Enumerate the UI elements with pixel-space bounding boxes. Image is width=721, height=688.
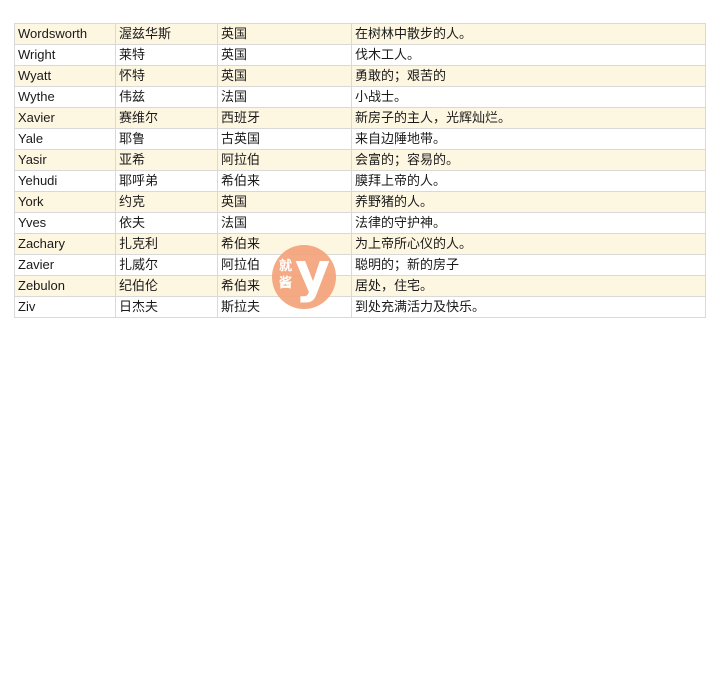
origin-cell: 英国	[217, 191, 352, 213]
meaning-cell: 养野猪的人。	[351, 191, 706, 213]
chinese-name-cell: 依夫	[115, 212, 218, 234]
watermark-cjk-text: 就 酱	[279, 258, 295, 292]
origin-cell: 法国	[217, 86, 352, 108]
origin-cell: 西班牙	[217, 107, 352, 129]
watermark-logo: 就 酱 y	[272, 241, 336, 309]
chinese-name-cell: 莱特	[115, 44, 218, 66]
name-cell: Yves	[14, 212, 116, 234]
chinese-name-cell: 亚希	[115, 149, 218, 171]
origin-cell: 英国	[217, 44, 352, 66]
name-cell: Yale	[14, 128, 116, 150]
meaning-cell: 新房子的主人，光辉灿烂。	[351, 107, 706, 129]
meaning-cell: 来自边陲地带。	[351, 128, 706, 150]
table-row: Wordsworth 渥兹华斯 英国 在树林中散步的人。	[14, 23, 706, 45]
chinese-name-cell: 耶呼弟	[115, 170, 218, 192]
table-row: Yasir 亚希 阿拉伯 会富的；容易的。	[14, 149, 706, 171]
table-row: Zachary 扎克利 希伯来 为上帝所心仪的人。	[14, 233, 706, 255]
table-row: Zavier 扎威尔 阿拉伯 聪明的；新的房子	[14, 254, 706, 276]
document-page: Wordsworth 渥兹华斯 英国 在树林中散步的人。 Wright 莱特 英国 伐木工人。…	[0, 0, 721, 688]
name-cell: Wordsworth	[14, 23, 116, 45]
meaning-cell: 在树林中散步的人。	[351, 23, 706, 45]
origin-cell: 英国	[217, 23, 352, 45]
meaning-cell: 居处，住宅。	[351, 275, 706, 297]
meaning-cell: 膜拜上帝的人。	[351, 170, 706, 192]
origin-cell: 古英国	[217, 128, 352, 150]
name-cell: Xavier	[14, 107, 116, 129]
chinese-name-cell: 怀特	[115, 65, 218, 87]
meaning-cell: 会富的；容易的。	[351, 149, 706, 171]
meaning-cell: 小战士。	[351, 86, 706, 108]
watermark-letter: y	[295, 241, 331, 304]
meaning-cell: 为上帝所心仪的人。	[351, 233, 706, 255]
meaning-cell: 伐木工人。	[351, 44, 706, 66]
name-cell: Yasir	[14, 149, 116, 171]
chinese-name-cell: 扎克利	[115, 233, 218, 255]
chinese-name-cell: 日杰夫	[115, 296, 218, 318]
origin-cell: 法国	[217, 212, 352, 234]
table-row: Yale 耶鲁 古英国 来自边陲地带。	[14, 128, 706, 150]
chinese-name-cell: 伟兹	[115, 86, 218, 108]
meaning-cell: 法律的守护神。	[351, 212, 706, 234]
name-cell: Wyatt	[14, 65, 116, 87]
table-row: Wyatt 怀特 英国 勇敢的；艰苦的	[14, 65, 706, 87]
name-cell: York	[14, 191, 116, 213]
meaning-cell: 到处充满活力及快乐。	[351, 296, 706, 318]
table-row: Ziv 日杰夫 斯拉夫 到处充满活力及快乐。	[14, 296, 706, 318]
chinese-name-cell: 约克	[115, 191, 218, 213]
name-cell: Ziv	[14, 296, 116, 318]
origin-cell: 英国	[217, 65, 352, 87]
name-cell: Yehudi	[14, 170, 116, 192]
chinese-name-cell: 纪伯伦	[115, 275, 218, 297]
name-meaning-table: Wordsworth 渥兹华斯 英国 在树林中散步的人。 Wright 莱特 英国 伐木工人。…	[14, 23, 706, 318]
name-cell: Zavier	[14, 254, 116, 276]
chinese-name-cell: 扎威尔	[115, 254, 218, 276]
table-row: Wythe 伟兹 法国 小战士。	[14, 86, 706, 108]
name-cell: Zebulon	[14, 275, 116, 297]
watermark-char-top: 就	[279, 259, 293, 274]
watermark-char-bottom: 酱	[279, 276, 293, 291]
table-row: Wright 莱特 英国 伐木工人。	[14, 44, 706, 66]
table-row: Zebulon 纪伯伦 希伯来 居处，住宅。	[14, 275, 706, 297]
meaning-cell: 聪明的；新的房子	[351, 254, 706, 276]
meaning-cell: 勇敢的；艰苦的	[351, 65, 706, 87]
chinese-name-cell: 耶鲁	[115, 128, 218, 150]
table-body: Wordsworth 渥兹华斯 英国 在树林中散步的人。 Wright 莱特 英国 伐木工人。…	[14, 23, 706, 318]
table-row: York 约克 英国 养野猪的人。	[14, 191, 706, 213]
chinese-name-cell: 赛维尔	[115, 107, 218, 129]
table-row: Xavier 赛维尔 西班牙 新房子的主人，光辉灿烂。	[14, 107, 706, 129]
origin-cell: 希伯来	[217, 170, 352, 192]
table-row: Yves 依夫 法国 法律的守护神。	[14, 212, 706, 234]
name-cell: Zachary	[14, 233, 116, 255]
name-cell: Wright	[14, 44, 116, 66]
name-cell: Wythe	[14, 86, 116, 108]
chinese-name-cell: 渥兹华斯	[115, 23, 218, 45]
table-row: Yehudi 耶呼弟 希伯来 膜拜上帝的人。	[14, 170, 706, 192]
origin-cell: 阿拉伯	[217, 149, 352, 171]
